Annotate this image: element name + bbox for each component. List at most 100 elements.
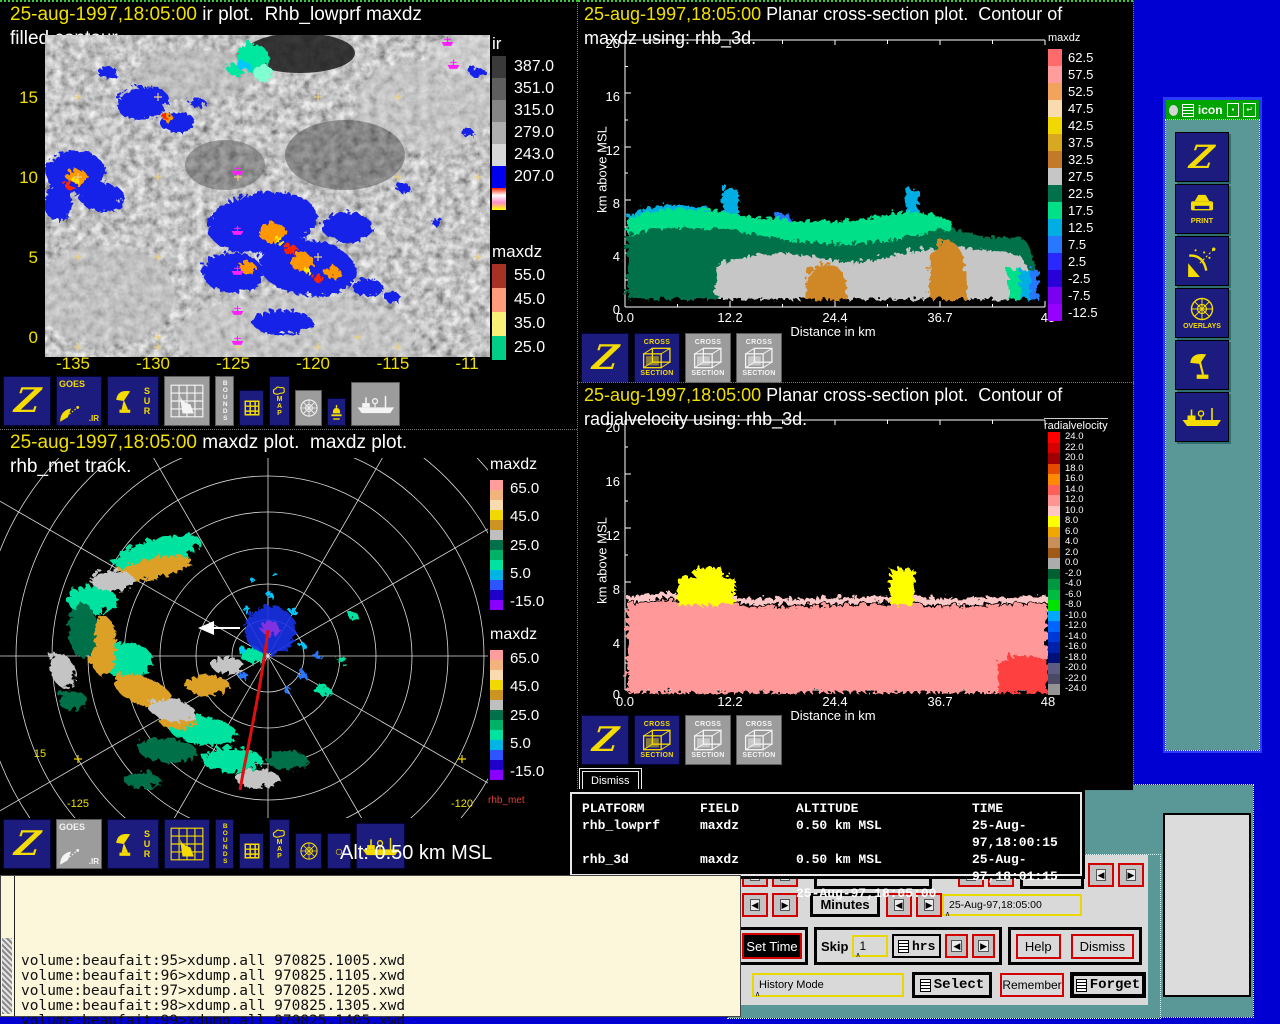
- terminal-window[interactable]: volume:beaufait:95>xdump.all 970825.1005…: [0, 875, 741, 1017]
- cross-section-button-active[interactable]: CROSS SECTION: [634, 715, 680, 765]
- hrs-button[interactable]: hrs: [892, 934, 941, 958]
- cross-section-button[interactable]: CROSS SECTION: [685, 333, 731, 383]
- skip-back-button[interactable]: ◀: [945, 934, 968, 958]
- bounds-button[interactable]: BOUNDS: [215, 819, 234, 869]
- ir-plot-window: 25-aug-1997,18:05:00 ir plot. Rhb_lowprf…: [0, 0, 578, 430]
- window-iconify-button[interactable]: ↵: [1243, 103, 1256, 117]
- ir-maxdz-colorbar: 55.0 45.0 35.0 25.0: [492, 264, 545, 360]
- zebra-logo-button[interactable]: Z: [581, 333, 629, 383]
- ir-xtick: -135: [48, 354, 98, 374]
- ir-xtick: -130: [128, 354, 178, 374]
- colorbar-tick: 25.0: [510, 537, 560, 554]
- doc-icon: [1076, 979, 1087, 992]
- help-button[interactable]: Help: [1016, 934, 1061, 959]
- colorbar-segment: [490, 720, 503, 730]
- radar-dish-icon: [115, 387, 139, 415]
- printer-icon: [1188, 193, 1216, 215]
- polar-colorbar2-label: maxdz: [490, 626, 537, 644]
- overlays-button[interactable]: OVERLAYS: [1175, 288, 1229, 338]
- terminal-scrollbar[interactable]: [1, 876, 15, 1016]
- print-button[interactable]: PRINT: [1175, 184, 1229, 234]
- colorbar-entry: 37.5: [1048, 134, 1098, 151]
- step-back-button[interactable]: ◀: [1088, 863, 1114, 887]
- window-menu-icon[interactable]: [1169, 105, 1178, 116]
- radar-scope-icon: [1189, 296, 1215, 322]
- radar-scope-icon: [299, 841, 319, 861]
- xs2-ytick: 16: [596, 474, 620, 489]
- xs2-ytick: 12: [596, 528, 620, 543]
- sur-radar-button[interactable]: SUR: [107, 376, 159, 426]
- range-rings-button[interactable]: [295, 833, 322, 869]
- colorbar-segment: [490, 580, 503, 590]
- terminal-line: volume:beaufait:95>xdump.all 970825.1005…: [21, 954, 414, 969]
- colorbar-entry: 0.0: [1048, 558, 1087, 569]
- cross-section-button[interactable]: CROSS SECTION: [736, 715, 782, 765]
- xs1-toolbar: Z CROSS SECTION CROSS SECTION CROSS SECT…: [581, 333, 782, 383]
- colorbar-entry: 47.5: [1048, 100, 1098, 117]
- grid-overlay-button[interactable]: [239, 833, 264, 869]
- polar-title: 25-aug-1997,18:05:00 maxdz plot. maxdz p…: [10, 432, 407, 454]
- polar-colorbar2: [490, 650, 503, 780]
- radar-dish-icon: [115, 830, 139, 858]
- colorbar-entry: 16.0: [1048, 474, 1087, 485]
- skip-field[interactable]: 1: [852, 935, 888, 957]
- scrollbar-thumb[interactable]: [2, 938, 12, 1014]
- cross-section-button-active[interactable]: CROSS SECTION: [634, 333, 680, 383]
- forget-button[interactable]: Forget: [1070, 972, 1146, 998]
- window-list-icon[interactable]: [1182, 104, 1194, 117]
- ir-xtick: -120: [288, 354, 338, 374]
- cross-section-button[interactable]: CROSS SECTION: [736, 333, 782, 383]
- cube-icon: [692, 346, 724, 370]
- icon-panel-titlebar[interactable]: icon ▪ ↵: [1166, 100, 1259, 120]
- zebra-logo-button[interactable]: Z: [1175, 132, 1229, 182]
- colorbar-segment: [490, 480, 503, 490]
- grid-radar-button[interactable]: [164, 376, 210, 426]
- skip-fwd-button[interactable]: ▶: [972, 934, 995, 958]
- colorbar-segment: [490, 500, 503, 510]
- ship-button[interactable]: [351, 382, 400, 426]
- z-logo-icon: Z: [590, 723, 620, 757]
- colorbar-segment: [490, 700, 503, 710]
- colorbar-tick: 45.0: [510, 508, 560, 525]
- window-maximize-button[interactable]: ▪: [1227, 103, 1240, 117]
- set-time-button[interactable]: Set Time: [742, 933, 802, 959]
- bounds-button[interactable]: BOUNDS: [215, 376, 234, 426]
- colorbar-entry: 62.5: [1048, 49, 1098, 66]
- satellite-button[interactable]: [1175, 236, 1229, 286]
- zebra-logo-button[interactable]: Z: [3, 376, 51, 426]
- polar-radar-plot: [0, 458, 488, 818]
- xs2-xtick: 36.7: [915, 694, 965, 709]
- dismiss-button[interactable]: Dismiss: [582, 771, 639, 791]
- map-button[interactable]: MAP: [269, 819, 290, 869]
- remember-button[interactable]: Remember: [1000, 973, 1064, 997]
- skip-group: Skip 1 hrs ◀ ▶: [814, 927, 1002, 965]
- grid-overlay-button[interactable]: [239, 390, 264, 426]
- goes-ir-button[interactable]: GOES .IR: [56, 376, 102, 426]
- grid-icon: [243, 399, 261, 417]
- map-icon: [272, 828, 287, 839]
- radar-antenna-button[interactable]: [1175, 340, 1229, 390]
- history-mode-field[interactable]: History Mode: [752, 973, 904, 997]
- doc-icon: [920, 979, 931, 992]
- maxdz-polar-window: 25-aug-1997,18:05:00 maxdz plot. maxdz p…: [0, 430, 578, 875]
- step-fwd-button[interactable]: ▶: [1118, 863, 1144, 887]
- satellite-dish-icon: [59, 848, 81, 866]
- map-button[interactable]: MAP: [269, 376, 290, 426]
- range-rings-button[interactable]: [295, 390, 322, 426]
- grid-radar-button[interactable]: [164, 819, 210, 869]
- ir-xtick: -115: [368, 354, 418, 374]
- goes-ir-button[interactable]: GOES .IR: [56, 819, 102, 869]
- zebra-logo-button[interactable]: Z: [3, 819, 51, 869]
- buoy-button[interactable]: [327, 398, 346, 426]
- ship-button[interactable]: [1175, 392, 1229, 442]
- zebra-logo-button[interactable]: Z: [581, 715, 629, 765]
- ir-ytick: 0: [4, 328, 38, 348]
- sur-radar-button[interactable]: SUR: [107, 819, 159, 869]
- cross-section-button[interactable]: CROSS SECTION: [685, 715, 731, 765]
- colorbar-entry: 22.5: [1048, 185, 1098, 202]
- xs1-ytick: 12: [596, 143, 620, 158]
- select-button[interactable]: Select: [912, 972, 992, 998]
- icon-panel-body: Z PRINT OVERLAYS: [1166, 120, 1259, 750]
- dismiss-button[interactable]: Dismiss: [1071, 934, 1135, 959]
- colorbar-segment: [490, 590, 503, 600]
